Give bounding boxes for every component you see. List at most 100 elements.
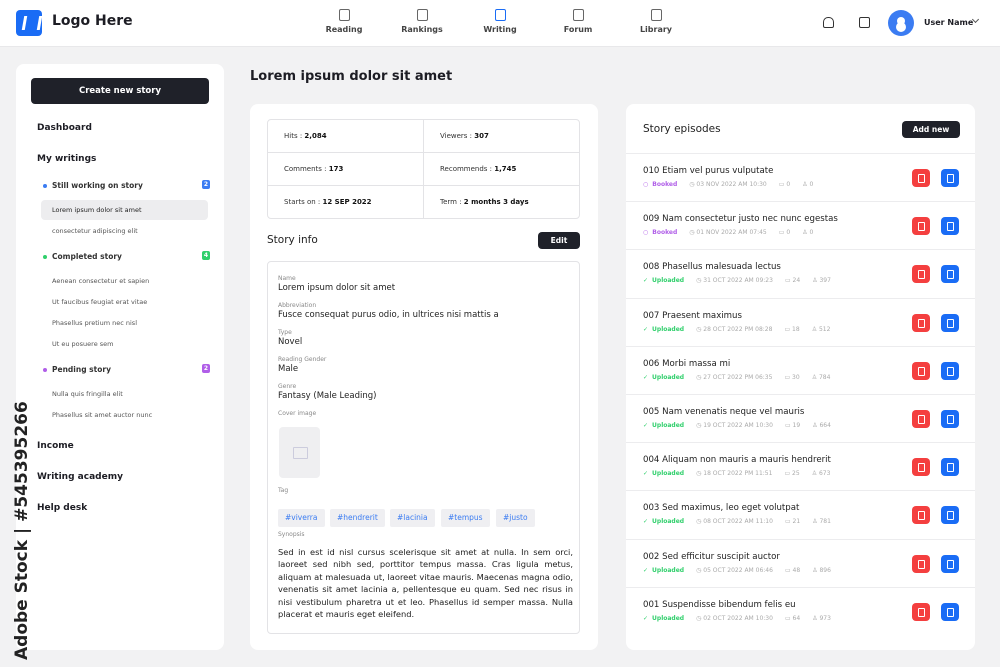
sidebar-item-help-desk[interactable]: Help desk [37,503,87,513]
stat-value: 2,084 [304,132,327,140]
sidebar-group[interactable]: Pending story 2 [43,364,210,374]
comments-value: 0 [786,181,791,188]
episodes-panel: Story episodes Add new 010 Etiam vel pur… [626,104,975,650]
views-count: ♙ 673 [811,470,831,478]
episode-row[interactable]: 007 Praesent maximus ✓ Uploaded ◷ 28 OCT 2… [626,297,975,346]
edit-episode-icon[interactable] [941,169,959,187]
tag-chip[interactable]: #tempus [441,509,490,527]
comments-value: 19 [792,422,801,429]
episode-status: ✓ Uploaded [643,422,684,429]
episode-date: ◷ 19 OCT 2022 AM 10:30 [696,422,773,429]
episode-row[interactable]: 008 Phasellus malesuada lectus ✓ Uploaded… [626,249,975,297]
stat-label: Viewers : [440,132,475,140]
message-icon[interactable] [859,17,870,28]
episode-title: 008 Phasellus malesuada lectus [643,262,781,273]
delete-icon[interactable] [912,506,930,525]
comments-value: 25 [792,470,800,478]
views-count: ♙ 784 [811,373,831,381]
views-value: 397 [819,277,831,285]
nav-forum[interactable]: Forum [548,9,608,34]
add-episode-button[interactable]: Add new [902,121,960,138]
delete-icon[interactable] [912,361,930,380]
views-value: 0 [809,229,814,237]
sidebar-story-item[interactable]: Nulla quis fringilla elit [41,384,208,404]
views-count: ♙ 896 [812,566,831,574]
delete-icon[interactable] [912,554,930,573]
sidebar-story-item[interactable]: Ut faucibus feugiat erat vitae [41,292,208,312]
logo-text[interactable]: Logo Here [52,13,133,29]
type-value: Novel [278,337,303,347]
tag-chip[interactable]: #justo [496,509,535,527]
synopsis-label: Synopsis [278,531,305,538]
nav-reading[interactable]: Reading [314,9,374,34]
delete-icon[interactable] [912,458,930,477]
status-text: Uploaded [652,470,685,478]
sidebar-story-item[interactable]: Aenean consectetur et sapien [41,271,208,291]
tag-chip[interactable]: #lacinia [390,509,435,527]
edit-episode-icon[interactable] [941,361,959,380]
episode-row[interactable]: 001 Suspendisse bibendum felis eu ✓ Uploa… [626,586,975,635]
nav-rankings[interactable]: Rankings [392,9,452,34]
sidebar-group[interactable]: Still working on story 2 [43,180,210,190]
pen-icon [494,9,506,21]
delete-icon[interactable] [912,313,930,332]
nav-writing[interactable]: Writing [470,9,530,34]
check-icon: ✓ [643,325,649,333]
sidebar-item-my-writings[interactable]: My writings [37,154,96,164]
forum-icon [572,9,584,21]
edit-episode-icon[interactable] [941,265,959,284]
episode-row[interactable]: 002 Sed efficitur suscipit auctor ✓ Uploa… [626,538,975,587]
sidebar: Create new story Dashboard My writings S… [16,64,224,650]
episode-date: ◷ 08 OCT 2022 AM 11:10 [696,518,773,526]
reading-gender-value: Male [278,364,299,374]
sidebar-story-item[interactable]: Phasellus sit amet auctor nunc [41,405,208,425]
user-name[interactable]: User Name [924,18,973,27]
episode-date: ◷ 27 OCT 2022 PM 06:35 [696,373,773,381]
tag-chip[interactable]: #viverra [278,509,325,527]
edit-episode-icon[interactable] [941,602,959,621]
reading-gender-label: Reading Gender [278,356,327,363]
episode-title: 001 Suspendisse bibendum felis eu [643,599,796,610]
episodes-title: Story episodes [643,123,721,135]
sidebar-story-item[interactable]: Lorem ipsum dolor sit amet [41,200,208,220]
episode-title: 004 Aliquam non mauris a mauris hendreri… [643,455,831,466]
delete-icon[interactable] [912,602,930,621]
delete-icon[interactable] [912,217,930,236]
tag-label: Tag [278,487,289,494]
date-text: 19 OCT 2022 AM 10:30 [703,422,773,429]
sidebar-story-item[interactable]: Phasellus pretium nec nisl [41,313,208,333]
edit-episode-icon[interactable] [941,217,959,236]
delete-icon[interactable] [912,265,930,284]
edit-episode-icon[interactable] [941,506,959,525]
abbreviation-value: Fusce consequat purus odio, in ultrices … [278,310,499,320]
check-icon: ✓ [643,277,649,285]
create-story-button[interactable]: Create new story [31,78,209,104]
sidebar-item-writing-academy[interactable]: Writing academy [37,472,123,482]
tag-chip[interactable]: #hendrerit [330,509,385,527]
views-value: 781 [819,518,831,526]
sidebar-story-item[interactable]: consectetur adipiscing elit [41,221,208,241]
logo-icon[interactable] [16,10,42,36]
episode-row[interactable]: 005 Nam venenatis neque vel mauris ✓ Uplo… [626,394,975,442]
delete-icon[interactable] [912,169,930,187]
episode-row[interactable]: 010 Etiam vel purus vulputate ○ Booked ◷ 0… [626,153,975,201]
edit-episode-icon[interactable] [941,554,959,573]
check-icon: ✓ [643,614,649,622]
sidebar-group[interactable]: Completed story 4 [43,251,210,261]
episode-row[interactable]: 009 Nam consectetur justo nec nunc egest… [626,201,975,249]
avatar[interactable] [888,10,914,36]
group-label: Pending story [52,365,111,374]
edit-episode-icon[interactable] [941,458,959,477]
sidebar-story-item[interactable]: Ut eu posuere sem [41,334,208,354]
episode-row[interactable]: 003 Sed maximus, leo eget volutpat ✓ Uplo… [626,490,975,538]
episode-row[interactable]: 004 Aliquam non mauris a mauris hendreri… [626,442,975,490]
edit-button[interactable]: Edit [538,232,580,249]
sidebar-item-income[interactable]: Income [37,441,74,451]
nav-library[interactable]: Library [626,9,686,34]
edit-episode-icon[interactable] [941,410,959,428]
sidebar-item-dashboard[interactable]: Dashboard [37,123,92,133]
episode-row[interactable]: 006 Morbi massa mi ✓ Uploaded ◷ 27 OCT 202… [626,345,975,394]
delete-icon[interactable] [912,410,930,428]
bell-icon[interactable] [823,17,834,28]
edit-episode-icon[interactable] [941,313,959,332]
